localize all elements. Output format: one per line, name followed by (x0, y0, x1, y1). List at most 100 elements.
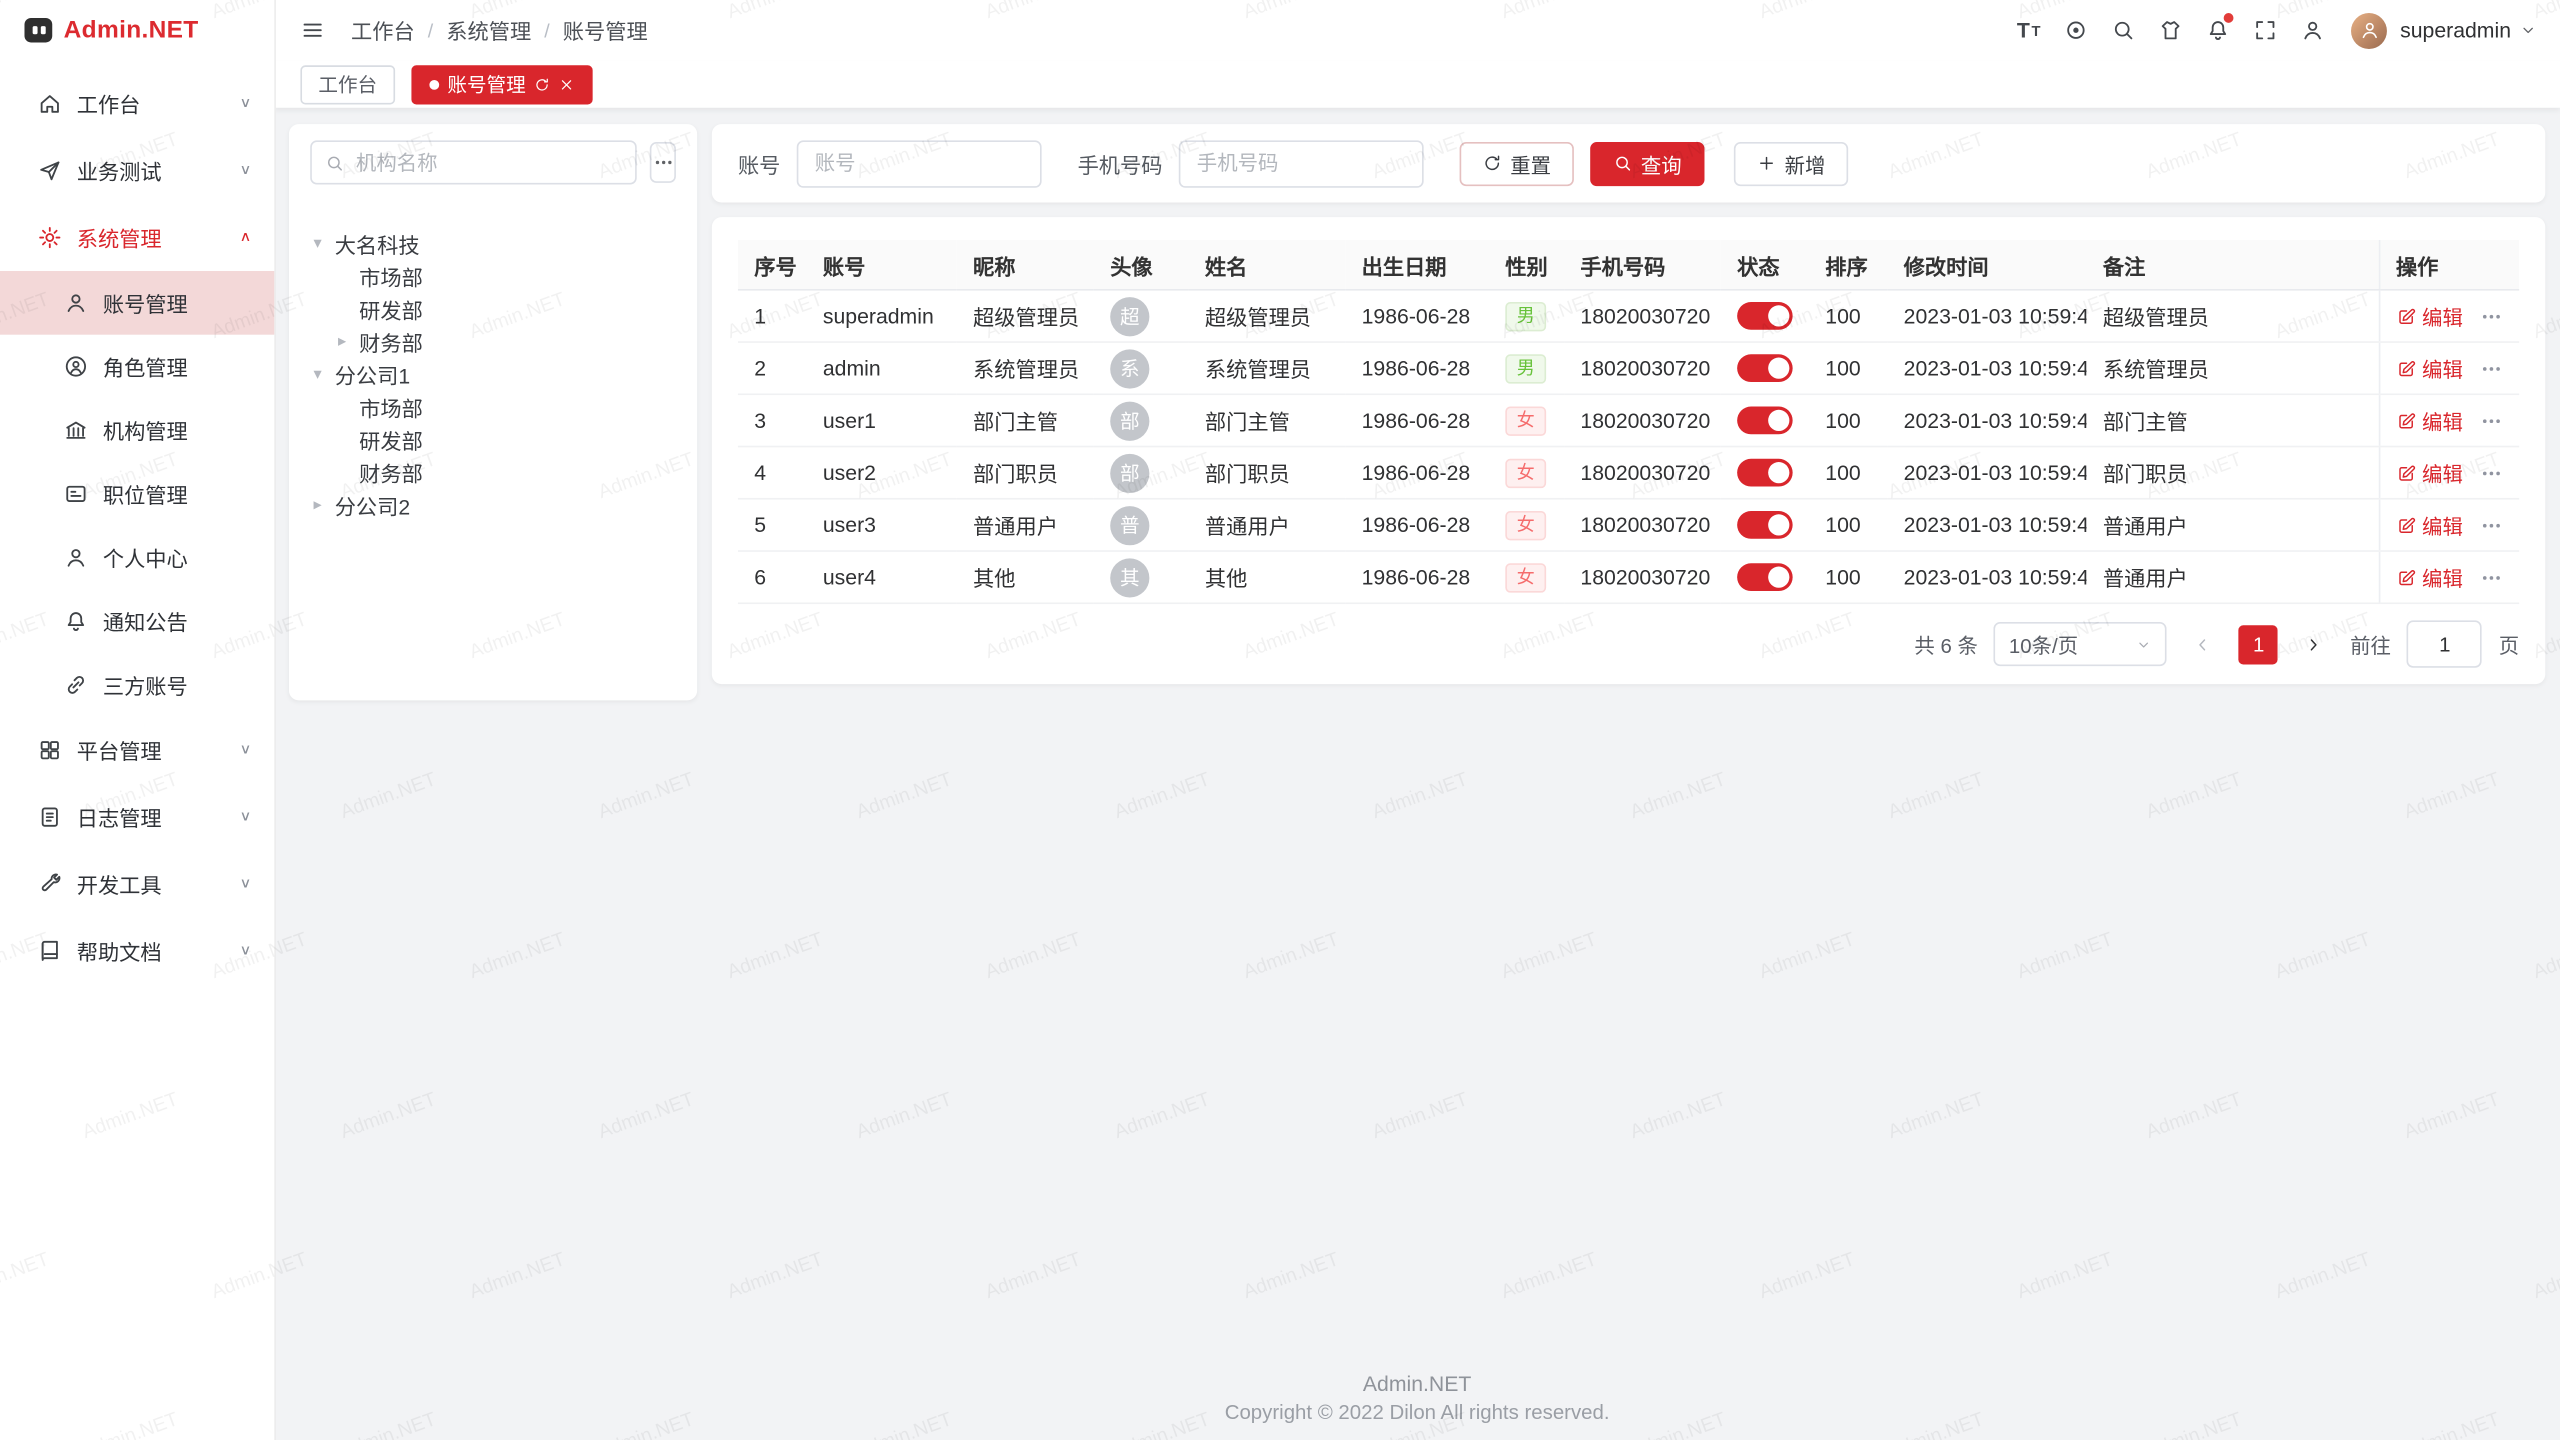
caret-down-icon[interactable]: ▾ (313, 365, 334, 383)
sidebar-item-org-management[interactable]: 机构管理 (0, 398, 274, 462)
tree-node[interactable]: 研发部 (310, 292, 676, 325)
tree-node[interactable]: ▾大名科技 (310, 227, 676, 260)
remark-value: 部门主管 (2103, 410, 2188, 434)
edit-icon (2396, 411, 2416, 431)
tree-node[interactable]: 财务部 (310, 456, 676, 489)
chevron-down-icon: ∨ (239, 163, 251, 178)
close-tab-icon[interactable] (558, 76, 574, 92)
user-avatar[interactable] (2351, 12, 2387, 48)
chevron-down-icon[interactable] (2519, 21, 2537, 39)
app-logo[interactable]: Admin.NET (0, 0, 274, 60)
edit-button[interactable]: 编辑 (2396, 562, 2463, 593)
sidebar-item-account-management[interactable]: 账号管理 (0, 271, 274, 335)
nickname-value: 普通用户 (973, 514, 1058, 538)
row-index: 5 (754, 513, 766, 537)
more-actions-button[interactable] (2479, 461, 2502, 484)
status-toggle[interactable] (1737, 354, 1793, 382)
text-size-button[interactable]: TT (2007, 0, 2051, 60)
sort-value: 100 (1825, 460, 1860, 484)
tree-node[interactable]: 市场部 (310, 390, 676, 423)
search-button[interactable]: 查询 (1590, 141, 1704, 185)
remark-value: 普通用户 (2103, 514, 2188, 538)
more-actions-button[interactable] (2479, 304, 2502, 327)
account-input[interactable] (797, 140, 1042, 187)
more-actions-button[interactable] (2479, 409, 2502, 432)
status-toggle[interactable] (1737, 459, 1793, 487)
tree-node[interactable]: 市场部 (310, 260, 676, 293)
collapse-menu-button[interactable] (291, 0, 335, 60)
refresh-tab-icon[interactable] (534, 76, 550, 92)
sidebar-item-role-management[interactable]: 角色管理 (0, 335, 274, 399)
edit-button[interactable]: 编辑 (2396, 300, 2463, 331)
global-search-button[interactable] (2101, 0, 2145, 60)
next-page-button[interactable] (2295, 624, 2334, 663)
sidebar-item-label: 平台管理 (77, 735, 225, 766)
more-actions-button[interactable] (2479, 566, 2502, 589)
more-actions-button[interactable] (2479, 513, 2502, 536)
caret-right-icon[interactable]: ▸ (313, 496, 334, 514)
reset-button[interactable]: 重置 (1460, 141, 1574, 185)
sidebar-item-position-management[interactable]: 职位管理 (0, 462, 274, 526)
tree-node[interactable]: ▸分公司2 (310, 488, 676, 521)
phone-input[interactable] (1179, 140, 1424, 187)
tab-account-management[interactable]: 账号管理 (411, 64, 592, 103)
org-search-box[interactable] (310, 140, 637, 184)
tab-workbench[interactable]: 工作台 (300, 64, 395, 103)
ellipsis-icon (2479, 304, 2502, 327)
sidebar-item-notice-announcement[interactable]: 通知公告 (0, 589, 274, 653)
status-toggle[interactable] (1737, 563, 1793, 591)
page-size-select[interactable]: 10条/页 (1994, 622, 2167, 666)
sidebar-item-help-docs[interactable]: 帮助文档∨ (0, 918, 274, 985)
more-actions-button[interactable] (2479, 357, 2502, 380)
active-tab-dot (429, 79, 439, 89)
tree-node[interactable]: ▸财务部 (310, 325, 676, 358)
caret-down-icon[interactable]: ▾ (313, 234, 334, 252)
notification-button[interactable] (2196, 0, 2240, 60)
sidebar-item-business-test[interactable]: 业务测试∨ (0, 137, 274, 204)
sidebar-item-workbench[interactable]: 工作台∨ (0, 70, 274, 137)
phone-value: 18020030720 (1580, 408, 1710, 432)
status-toggle[interactable] (1737, 511, 1793, 539)
breadcrumb-item-workbench[interactable]: 工作台 (351, 15, 415, 46)
status-toggle[interactable] (1737, 407, 1793, 435)
toggle-knob (1768, 410, 1789, 431)
edit-button[interactable]: 编辑 (2396, 457, 2463, 488)
column-header: 操作 (2379, 240, 2519, 290)
user-icon (64, 291, 88, 315)
breadcrumb-separator: / (428, 19, 433, 42)
prev-page-button[interactable] (2184, 624, 2223, 663)
sidebar-item-platform-management[interactable]: 平台管理∨ (0, 717, 274, 784)
page-1-button[interactable]: 1 (2239, 624, 2278, 663)
tree-node[interactable]: 研发部 (310, 423, 676, 456)
record-icon (2064, 18, 2088, 42)
sidebar-item-system-management[interactable]: 系统管理∧ (0, 204, 274, 271)
breadcrumb-item-system[interactable]: 系统管理 (446, 15, 531, 46)
edit-button[interactable]: 编辑 (2396, 405, 2463, 436)
edit-button[interactable]: 编辑 (2396, 353, 2463, 384)
table-panel: 序号账号昵称头像姓名出生日期性别手机号码状态排序修改时间备注操作 1supera… (712, 217, 2545, 684)
profile-button[interactable] (2291, 0, 2335, 60)
tree-node[interactable]: ▾分公司1 (310, 358, 676, 391)
column-header: 姓名 (1189, 240, 1346, 290)
sidebar-item-personal-center[interactable]: 个人中心 (0, 526, 274, 590)
record-button[interactable] (2054, 0, 2098, 60)
nickname-value: 超级管理员 (973, 305, 1079, 329)
caret-right-icon[interactable]: ▸ (338, 332, 359, 350)
edit-button[interactable]: 编辑 (2396, 509, 2463, 540)
fullscreen-button[interactable] (2243, 0, 2287, 60)
org-name-input[interactable] (353, 149, 622, 175)
org-more-button[interactable] (650, 142, 676, 183)
goto-page-input[interactable] (2407, 620, 2482, 667)
fullscreen-icon (2253, 18, 2277, 42)
username[interactable]: superadmin (2400, 18, 2511, 42)
add-button[interactable]: 新增 (1734, 141, 1848, 185)
sidebar-item-log-management[interactable]: 日志管理∨ (0, 784, 274, 851)
breadcrumb: 工作台 / 系统管理 / 账号管理 (351, 15, 648, 46)
toggle-knob (1768, 567, 1789, 588)
sidebar-item-third-party-account[interactable]: 三方账号 (0, 653, 274, 717)
theme-skin-button[interactable] (2149, 0, 2193, 60)
phone-value: 18020030720 (1580, 460, 1710, 484)
bank-icon (64, 418, 88, 442)
status-toggle[interactable] (1737, 302, 1793, 330)
sidebar-item-dev-tools[interactable]: 开发工具∨ (0, 851, 274, 918)
